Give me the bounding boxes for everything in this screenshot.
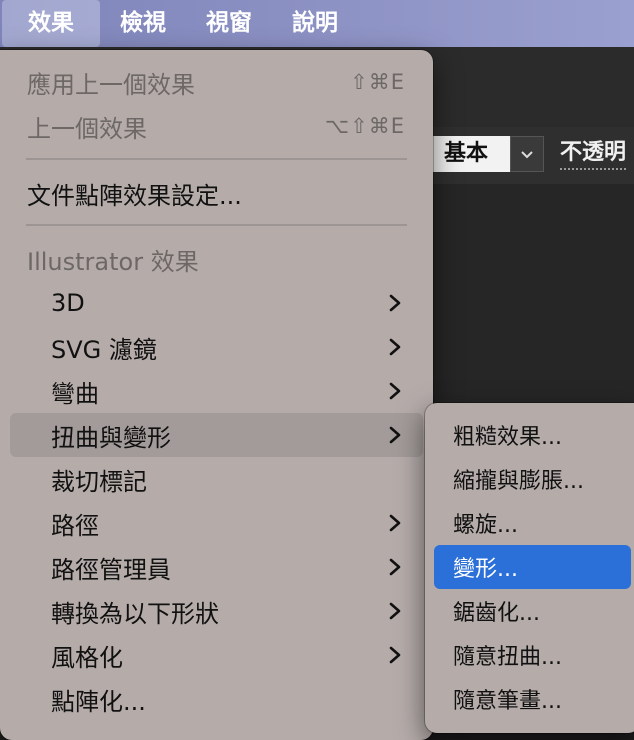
menu-item-stylize[interactable]: 風格化 [10,633,423,677]
menu-item-distort-transform[interactable]: 扭曲與變形 [10,413,423,457]
menubar-view[interactable]: 檢視 [100,0,186,47]
menu-item-label: 裁切標記 [51,467,147,496]
menubar-effect[interactable]: 效果 [2,0,100,47]
menu-item-label: 轉換為以下形狀 [51,599,219,628]
menu-item-apply-last-effect[interactable]: 應用上一個效果 ⇧⌘E [10,60,423,104]
menubar-help[interactable]: 說明 [272,0,358,47]
chevron-right-icon [387,646,403,664]
menu-item-label: SVG 濾鏡 [51,335,157,364]
submenu-item-zig-zag[interactable]: 鋸齒化... [434,589,631,633]
menu-item-crop-marks[interactable]: 裁切標記 [10,457,423,501]
menu-separator [26,158,407,160]
menu-item-pathfinder[interactable]: 路徑管理員 [10,545,423,589]
menu-item-label: 點陣化... [51,687,146,716]
menu-item-path[interactable]: 路徑 [10,501,423,545]
menu-item-label: 應用上一個效果 [27,70,195,99]
section-header-label: Illustrator 效果 [27,247,199,276]
shortcut-text: ⌥⇧⌘E [324,114,405,138]
chevron-right-icon [387,338,403,356]
menu-item-document-raster-settings[interactable]: 文件點陣效果設定... [10,171,423,215]
chevron-right-icon [387,382,403,400]
menu-item-label: 扭曲與變形 [51,423,171,452]
menu-item-last-effect[interactable]: 上一個效果 ⌥⇧⌘E [10,104,423,148]
submenu-item-transform[interactable]: 變形... [434,545,631,589]
menu-item-label: 上一個效果 [27,114,147,143]
distort-transform-submenu: 粗糙效果... 縮攏與膨脹... 螺旋... 變形... 鋸齒化... 隨意扭曲… [425,403,634,733]
submenu-item-free-distort[interactable]: 隨意扭曲... [434,633,631,677]
submenu-item-label: 隨意筆畫... [453,689,562,714]
menu-item-svg-filters[interactable]: SVG 濾鏡 [10,325,423,369]
menu-item-label: 路徑 [51,511,99,540]
menu-item-rasterize[interactable]: 點陣化... [10,677,423,721]
menubar-window[interactable]: 視窗 [186,0,272,47]
chevron-right-icon [387,426,403,444]
menu-item-convert-to-shape[interactable]: 轉換為以下形狀 [10,589,423,633]
shortcut-text: ⇧⌘E [350,70,405,94]
menu-item-3d[interactable]: 3D [10,281,423,325]
menu-item-label: 彎曲 [51,379,99,408]
style-preset-dropdown[interactable] [510,136,544,172]
submenu-item-free-stroke[interactable]: 隨意筆畫... [434,677,631,721]
submenu-item-twist[interactable]: 螺旋... [434,501,631,545]
menu-item-label: 3D [51,289,85,317]
submenu-item-label: 鋸齒化... [453,601,540,626]
chevron-right-icon [387,514,403,532]
menu-bar: 效果 檢視 視窗 說明 [0,0,634,47]
opacity-label[interactable]: 不透明 [560,138,627,170]
effect-menu: 應用上一個效果 ⇧⌘E 上一個效果 ⌥⇧⌘E 文件點陣效果設定... Illus… [0,50,433,740]
submenu-item-label: 粗糙效果... [453,425,562,450]
menu-separator [26,224,407,226]
submenu-item-roughen[interactable]: 粗糙效果... [434,413,631,457]
menu-item-label: 風格化 [51,643,123,672]
menu-item-label: 路徑管理員 [51,555,171,584]
submenu-item-label: 縮攏與膨脹... [453,469,584,494]
submenu-item-label: 變形... [453,557,518,582]
chevron-right-icon [387,294,403,312]
chevron-right-icon [387,558,403,576]
style-preset-field[interactable]: 基本 [430,136,510,172]
menu-section-header: Illustrator 效果 [10,237,423,281]
submenu-item-pucker-bloat[interactable]: 縮攏與膨脹... [434,457,631,501]
menu-item-label: 文件點陣效果設定... [27,181,242,210]
chevron-down-icon [520,144,534,163]
menu-item-warp[interactable]: 彎曲 [10,369,423,413]
submenu-item-label: 螺旋... [453,513,518,538]
chevron-right-icon [387,602,403,620]
submenu-item-label: 隨意扭曲... [453,645,562,670]
